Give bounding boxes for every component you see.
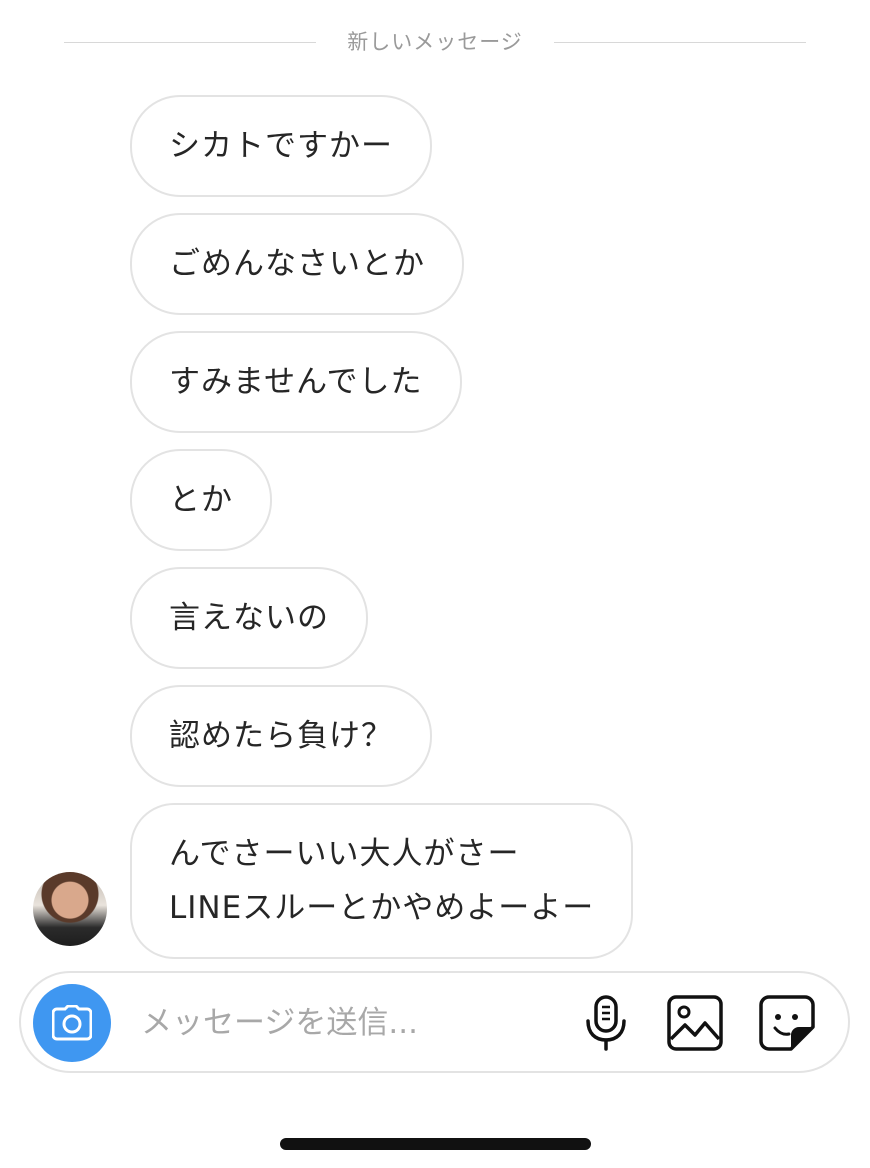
message-thread: シカトですかー ごめんなさいとか すみませんでした とか 言えないの 認めたら負…: [130, 95, 830, 975]
sender-avatar[interactable]: [33, 872, 107, 946]
gallery-icon: [667, 995, 723, 1051]
message-bubble[interactable]: シカトですかー: [130, 95, 432, 197]
new-messages-divider: 新しいメッセージ: [64, 28, 806, 56]
gallery-button[interactable]: [665, 993, 725, 1053]
message-bubble[interactable]: んでさーいい大人がさー LINEスルーとかやめよーよー: [130, 803, 634, 959]
message-composer: [19, 971, 850, 1073]
divider-line-right: [554, 42, 806, 43]
microphone-button[interactable]: [576, 993, 636, 1053]
sticker-icon: [759, 995, 815, 1051]
message-bubble[interactable]: すみませんでした: [130, 331, 462, 433]
message-bubble[interactable]: 言えないの: [130, 567, 368, 669]
message-bubble[interactable]: とか: [130, 449, 272, 551]
message-input[interactable]: [141, 997, 561, 1049]
sticker-button[interactable]: [757, 993, 817, 1053]
message-bubble[interactable]: ごめんなさいとか: [130, 213, 464, 315]
camera-button[interactable]: [33, 984, 111, 1062]
camera-icon: [52, 1005, 92, 1041]
home-indicator[interactable]: [280, 1138, 591, 1150]
microphone-icon: [586, 995, 626, 1051]
message-bubble[interactable]: 認めたら負け？: [130, 685, 432, 787]
